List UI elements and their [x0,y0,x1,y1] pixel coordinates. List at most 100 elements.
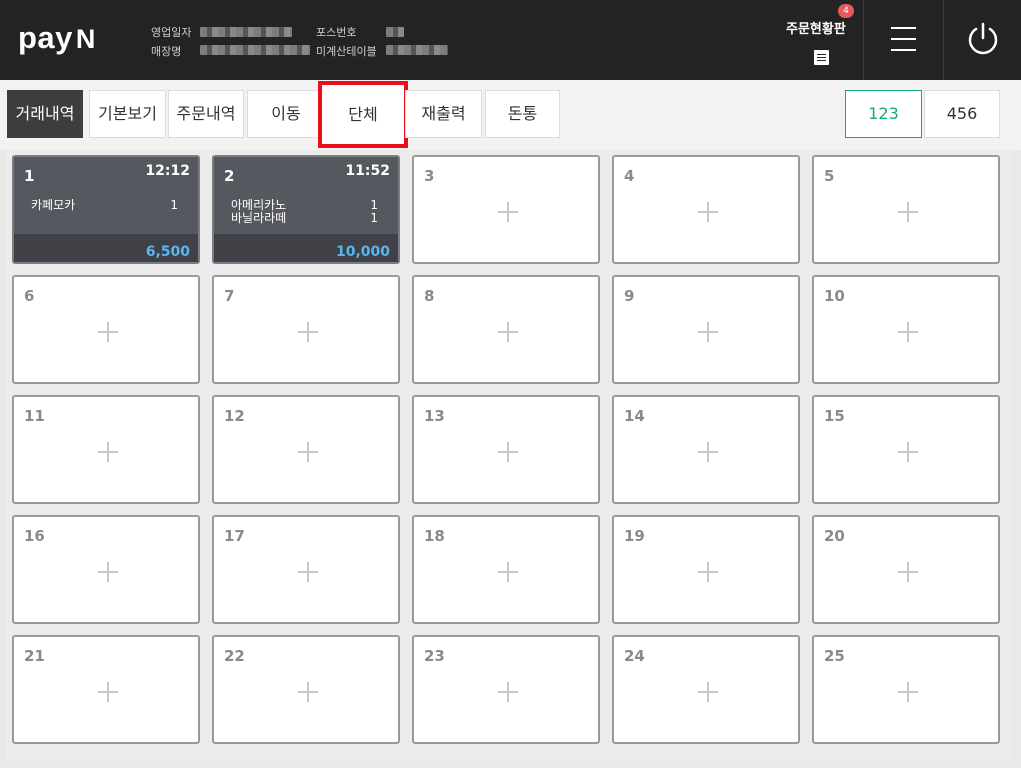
order-item: 카페모카 1 [31,199,178,212]
table-card-2[interactable]: 2 11:52 아메리카노 1 바닐라라떼 1 10,000 [212,155,400,264]
table-card-5[interactable]: 5 [812,155,1000,264]
plus-icon [898,322,918,342]
plus-icon [898,202,918,222]
unpaid-tables-label: 미계산테이블 [316,45,377,58]
plus-icon [698,682,718,702]
table-number: 24 [624,647,645,665]
pos-number-value-redacted [386,27,404,37]
business-date-label: 영업일자 [151,26,192,39]
store-name-label: 매장명 [151,45,182,58]
table-number: 1 [24,167,35,185]
cash-drawer-button[interactable]: 돈통 [485,90,560,138]
table-number: 16 [24,527,45,545]
order-history-button[interactable]: 주문내역 [168,90,244,138]
plus-icon [898,562,918,582]
table-card-20[interactable]: 20 [812,515,1000,624]
table-number: 11 [24,407,45,425]
table-number: 6 [24,287,35,305]
table-card-23[interactable]: 23 [412,635,600,744]
plus-icon [298,562,318,582]
table-card-1[interactable]: 1 12:12 카페모카 1 6,500 [12,155,200,264]
plus-icon [498,202,518,222]
power-button[interactable] [943,0,1021,80]
table-number: 8 [424,287,435,305]
table-card-17[interactable]: 17 [212,515,400,624]
plus-icon [298,682,318,702]
order-item: 바닐라라떼 1 [231,212,378,225]
plus-icon [298,322,318,342]
order-item-qty: 1 [170,198,178,212]
table-number: 5 [824,167,835,185]
plus-icon [698,202,718,222]
unpaid-tables-value-redacted [386,45,448,55]
table-card-22[interactable]: 22 [212,635,400,744]
order-items: 카페모카 1 [31,199,178,212]
table-card-13[interactable]: 13 [412,395,600,504]
table-card-7[interactable]: 7 [212,275,400,384]
page-tab-456[interactable]: 456 [924,90,1000,138]
table-card-21[interactable]: 21 [12,635,200,744]
plus-icon [498,442,518,462]
business-date-value-redacted [200,27,292,37]
table-card-19[interactable]: 19 [612,515,800,624]
table-card-15[interactable]: 15 [812,395,1000,504]
receipt-icon [814,50,829,65]
table-card-24[interactable]: 24 [612,635,800,744]
table-number: 13 [424,407,445,425]
order-item-name: 카페모카 [31,198,76,212]
logo-n: N [75,24,96,54]
toolbar: 거래내역 기본보기 주문내역 이동 단체 재출력 돈통 123 456 [0,80,1021,150]
table-number: 12 [224,407,245,425]
table-card-16[interactable]: 16 [12,515,200,624]
plus-icon [698,442,718,462]
table-number: 21 [24,647,45,665]
table-number: 7 [224,287,235,305]
reprint-button[interactable]: 재출력 [405,90,482,138]
table-card-8[interactable]: 8 [412,275,600,384]
plus-icon [98,682,118,702]
table-number: 2 [224,167,235,185]
plus-icon [698,562,718,582]
payn-logo: pay N [18,20,96,56]
table-number: 17 [224,527,245,545]
plus-icon [898,682,918,702]
move-button[interactable]: 이동 [247,90,325,138]
table-number: 15 [824,407,845,425]
hamburger-menu-button[interactable] [863,0,943,80]
table-number: 3 [424,167,435,185]
hamburger-icon-line [891,38,916,40]
plus-icon [898,442,918,462]
pos-number-label: 포스번호 [316,26,357,39]
table-number: 14 [624,407,645,425]
table-number: 20 [824,527,845,545]
plus-icon [98,322,118,342]
table-card-4[interactable]: 4 [612,155,800,264]
order-items: 아메리카노 1 바닐라라떼 1 [231,199,378,225]
table-card-12[interactable]: 12 [212,395,400,504]
table-card-25[interactable]: 25 [812,635,1000,744]
table-card-11[interactable]: 11 [12,395,200,504]
table-grid: 1 12:12 카페모카 1 6,500 2 11:52 아메리카노 1 바닐라라떼 1 10,000… [6,150,1012,760]
default-view-button[interactable]: 기본보기 [89,90,166,138]
hamburger-icon [891,27,916,29]
table-number: 18 [424,527,445,545]
table-card-9[interactable]: 9 [612,275,800,384]
order-time: 11:52 [345,163,390,179]
transaction-history-button[interactable]: 거래내역 [7,90,83,138]
table-card-3[interactable]: 3 [412,155,600,264]
page-tab-123[interactable]: 123 [845,90,922,138]
order-board-label: 주문현황판 [786,22,846,37]
table-card-18[interactable]: 18 [412,515,600,624]
store-name-value-redacted [200,45,310,55]
order-total: 6,500 [145,244,190,260]
plus-icon [498,682,518,702]
order-time: 12:12 [145,163,190,179]
table-card-6[interactable]: 6 [12,275,200,384]
power-icon [968,22,998,55]
table-number: 10 [824,287,845,305]
logo-text: pay [18,20,73,55]
table-card-10[interactable]: 10 [812,275,1000,384]
group-button[interactable]: 단체 [318,81,408,148]
hamburger-icon-line [891,49,916,51]
table-card-14[interactable]: 14 [612,395,800,504]
